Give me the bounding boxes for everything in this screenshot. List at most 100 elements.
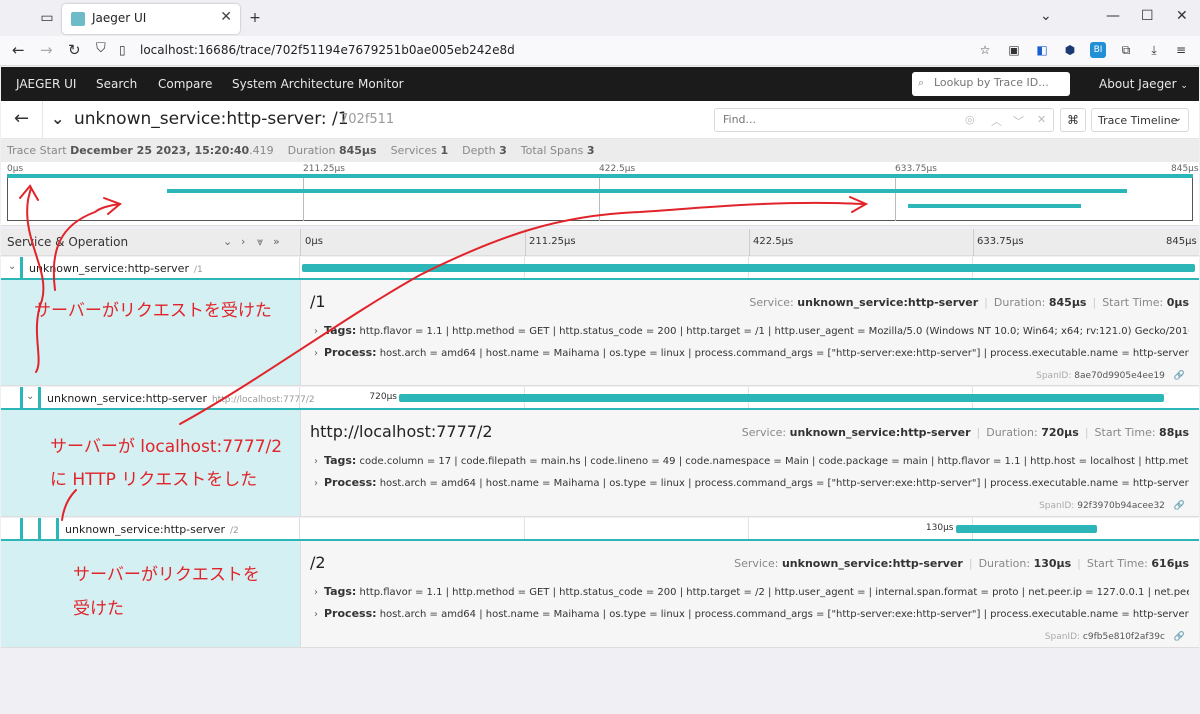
reload-icon[interactable]: ↻ (68, 41, 81, 59)
nav-search[interactable]: Search (96, 77, 137, 91)
trace-short-id: 702f511 (340, 112, 395, 127)
link-icon[interactable]: 🔗 (1174, 632, 1185, 642)
collapse-one-icon[interactable]: ⌄ (223, 235, 232, 248)
expand-process-icon[interactable]: › (314, 609, 318, 620)
process-section[interactable]: › Process: host.arch = amd64 | host.name … (314, 476, 1189, 489)
keyboard-shortcuts-button[interactable]: ⌘ (1060, 108, 1086, 132)
nav-system-architecture[interactable]: System Architecture (232, 77, 354, 91)
prev-match-icon[interactable]: ︿ (991, 113, 1002, 129)
process-section[interactable]: › Process: host.arch = amd64 | host.name … (314, 607, 1189, 620)
back-arrow-icon[interactable]: ← (1, 101, 43, 138)
span-toggle-chevron-icon[interactable]: ⌄ (26, 391, 34, 402)
process-values: host.arch = amd64 | host.name = Maihama … (379, 478, 1189, 489)
about-jaeger-menu[interactable]: About Jaeger ⌄ (1099, 77, 1188, 91)
nav-compare[interactable]: Compare (158, 77, 212, 91)
span-bar[interactable] (302, 264, 1195, 272)
expand-one-icon[interactable]: › (241, 235, 245, 248)
expand-process-icon[interactable]: › (314, 348, 318, 359)
maximize-icon[interactable]: ☐ (1141, 8, 1154, 24)
collapse-all-icon[interactable]: ⩔ (257, 235, 263, 249)
tab-overflow-chevron-icon[interactable]: ⌄ (1040, 8, 1052, 24)
meta-duration-value: 845μs (1048, 296, 1087, 309)
tab-title: Jaeger UI (92, 11, 147, 25)
download-icon[interactable]: ⤓ (1146, 42, 1162, 58)
process-values: host.arch = amd64 | host.name = Maihama … (379, 348, 1189, 359)
operation-name: /2 (229, 526, 239, 536)
trace-id-input[interactable] (934, 76, 1064, 89)
minimap-gridline (303, 175, 304, 221)
expand-tags-icon[interactable]: › (314, 326, 318, 337)
url-input[interactable]: localhost:16686/trace/702f51194e7679251b… (140, 43, 515, 57)
expand-process-icon[interactable]: › (314, 478, 318, 489)
close-window-icon[interactable]: ✕ (1176, 8, 1188, 24)
forward-arrow-icon[interactable]: → (40, 41, 53, 59)
jaeger-navbar: JAEGER UI Search Compare System Architec… (1, 67, 1199, 101)
service-name: unknown_service:http-server (29, 262, 189, 275)
close-tab-icon[interactable]: ✕ (220, 9, 232, 25)
span-bar[interactable] (399, 394, 1164, 402)
span-row[interactable]: ⌄ unknown_service:http-server/1 (1, 257, 1199, 278)
expand-tags-icon[interactable]: › (314, 456, 318, 467)
operation-name: http://localhost:7777/2 (211, 395, 315, 405)
span-bar[interactable] (955, 525, 1097, 533)
tab-list-icon[interactable]: ▭ (36, 8, 58, 28)
span-name-cell[interactable]: unknown_service:http-server/2 (1, 518, 300, 539)
find-input[interactable] (723, 113, 923, 126)
hex-extension-icon[interactable]: ⬢ (1062, 42, 1078, 58)
expand-all-icon[interactable]: » (273, 235, 280, 248)
bi-extension-icon[interactable]: BI (1090, 42, 1106, 58)
meta-start-value: 616μs (1151, 557, 1189, 570)
span-id: SpanID: 8ae70d9905e4ee19 🔗 (1036, 371, 1185, 381)
nav-monitor[interactable]: Monitor (358, 77, 404, 91)
timeline-tick: 422.5μs (753, 236, 794, 247)
chevron-down-icon: ⌄ (1180, 81, 1188, 91)
back-arrow-icon[interactable]: ← (12, 41, 25, 59)
tags-section[interactable]: › Tags: http.flavor = 1.1 | http.method =… (314, 585, 1189, 598)
brand-link[interactable]: JAEGER UI (16, 77, 76, 91)
meta-start-value: 0μs (1166, 296, 1189, 309)
minimize-icon[interactable]: — (1106, 8, 1120, 24)
shield-icon[interactable]: ⛉ (96, 41, 106, 56)
target-icon[interactable]: ◎ (965, 113, 975, 126)
trace-start-ms: .419 (249, 144, 274, 157)
link-icon[interactable]: 🔗 (1174, 501, 1185, 511)
extension-icon[interactable]: ▣ (1006, 42, 1022, 58)
menu-icon[interactable]: ≡ (1173, 42, 1189, 58)
span-row[interactable]: unknown_service:http-server/2 130μs (1, 518, 1199, 539)
span-name-cell[interactable]: ⌄ unknown_service:http-server http://local… (1, 387, 315, 408)
span-row[interactable]: ⌄ unknown_service:http-server http://local… (1, 387, 1199, 408)
timeline-gridline (748, 518, 749, 539)
tags-section[interactable]: › Tags: code.column = 17 | code.filepath … (314, 454, 1189, 467)
meta-start-label: Start Time: (1102, 296, 1164, 309)
tags-section[interactable]: › Tags: http.flavor = 1.1 | http.method =… (314, 324, 1189, 337)
annotation-text: サーバーが localhost:7777/2 (50, 437, 283, 457)
expand-tags-icon[interactable]: › (314, 587, 318, 598)
trace-id-lookup[interactable]: ⌕ (912, 72, 1070, 96)
browser-tab[interactable]: Jaeger UI ✕ (62, 4, 240, 34)
trace-minimap[interactable]: 0μs 211.25μs 422.5μs 633.75μs 845μs (1, 162, 1199, 226)
minimap-viewport (7, 175, 1193, 221)
translate-extension-icon[interactable]: ◧ (1034, 42, 1050, 58)
meta-start-value: 88μs (1159, 426, 1189, 439)
bookmark-star-icon[interactable]: ☆ (977, 42, 993, 58)
annotation-text: 受けた (73, 599, 124, 619)
span-toggle-chevron-icon[interactable]: ⌄ (8, 261, 16, 272)
timeline-tick: 633.75μs (977, 236, 1024, 247)
collapse-chevron-icon[interactable]: ⌄ (51, 109, 64, 128)
link-icon[interactable]: 🔗 (1174, 371, 1185, 381)
find-box: ◎ ︿ ﹀ ✕ (714, 108, 1054, 132)
view-mode-select[interactable]: Trace Timeline ⌄ (1091, 108, 1189, 132)
span-name-cell[interactable]: ⌄ unknown_service:http-server/1 (1, 257, 300, 278)
new-tab-icon[interactable]: + (244, 8, 266, 28)
span-meta: Service: unknown_service:http-server | Dur… (741, 426, 1189, 439)
clear-find-icon[interactable]: ✕ (1037, 113, 1046, 126)
jaeger-favicon-icon (71, 12, 85, 26)
minimap-tick: 845μs (1171, 164, 1199, 174)
process-label: Process: (324, 607, 377, 620)
next-match-icon[interactable]: ﹀ (1013, 113, 1024, 129)
span-id-value: 92f3970b94acee32 (1077, 501, 1165, 511)
meta-duration-value: 130μs (1033, 557, 1072, 570)
puzzle-icon[interactable]: ⧉ (1118, 42, 1134, 58)
process-section[interactable]: › Process: host.arch = amd64 | host.name … (314, 346, 1189, 359)
column-divider[interactable] (300, 229, 301, 256)
